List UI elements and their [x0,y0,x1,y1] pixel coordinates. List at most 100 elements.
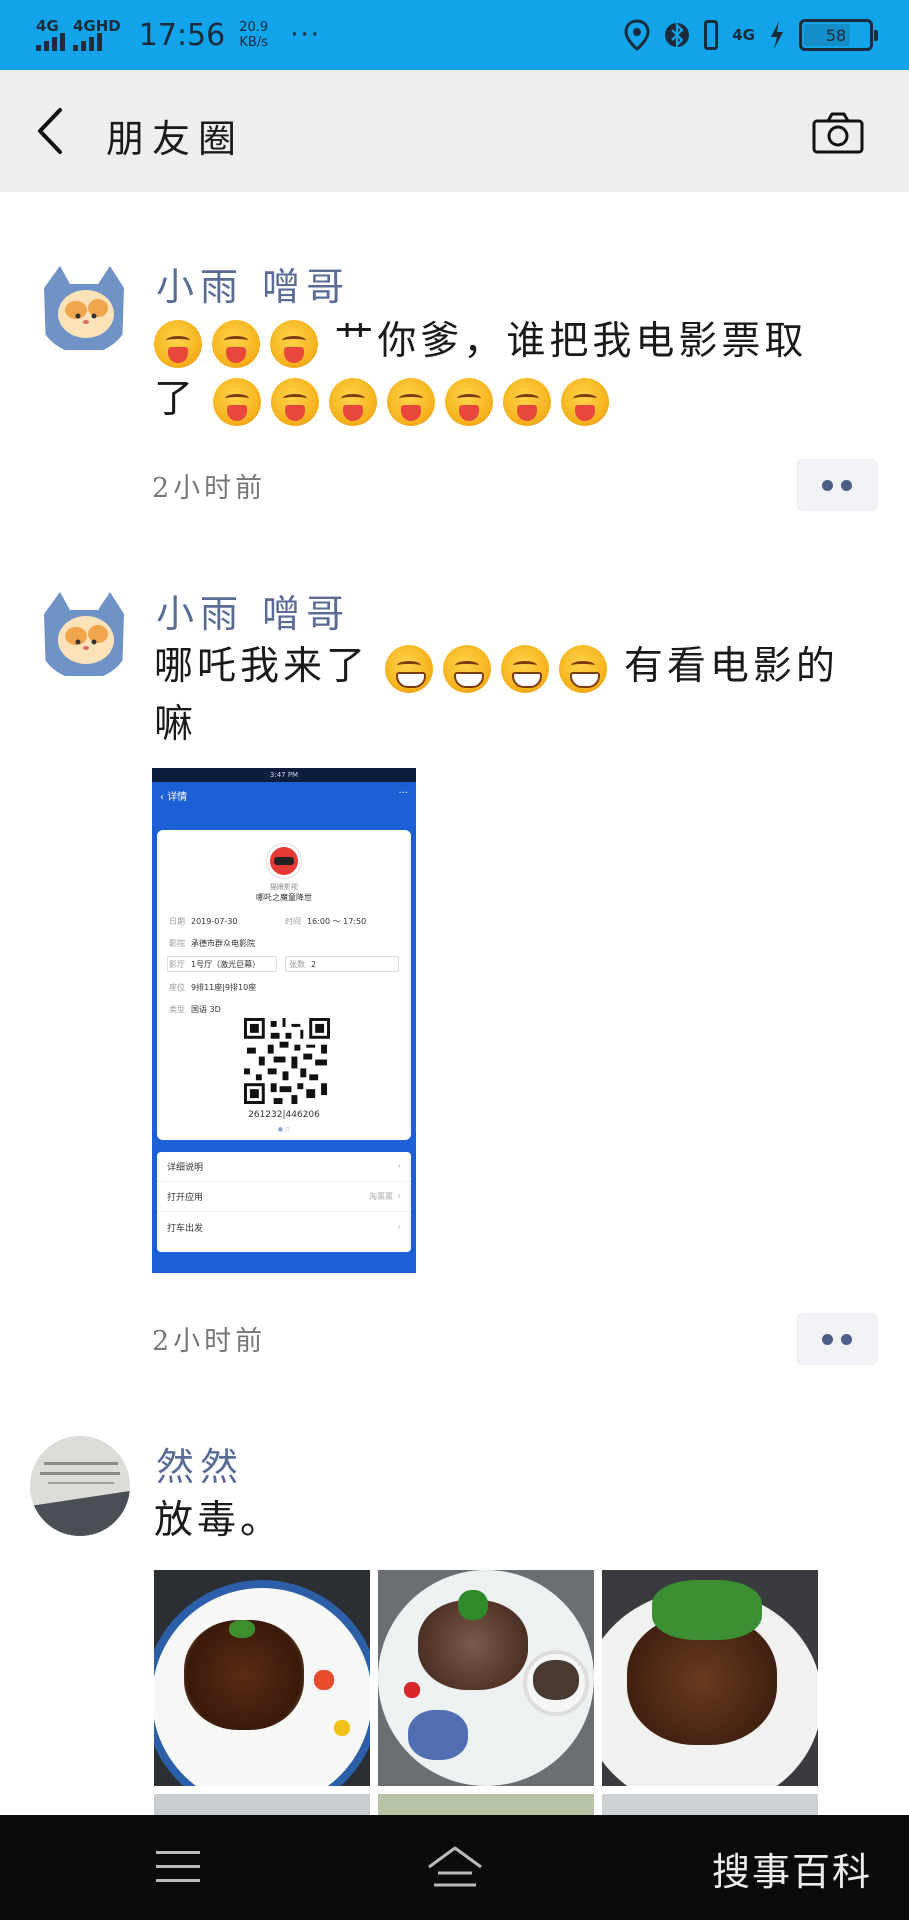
food-photo-4[interactable] [154,1794,370,1815]
emoji-group [213,378,610,426]
avatar[interactable] [30,1436,130,1536]
ticket-time-value: 16:00 ～ 17:50 [307,917,367,926]
emoji-group [385,645,608,693]
network-type: 4G [732,26,755,44]
bluetooth-icon [665,22,690,48]
post-actions-button[interactable] [796,1313,878,1365]
menu-icon[interactable] [156,1849,200,1885]
ticket-code: 261232|446206 [248,1110,320,1120]
grin-emoji-icon [443,645,492,693]
tongue-emoji-icon [270,320,318,368]
ticket-date-key: 日期 [169,917,185,926]
book-avatar-icon [30,1436,130,1536]
clock: 17:56 [138,17,226,53]
post-author[interactable]: 然然 [156,1436,244,1491]
ticket-card: 猫眼影视 哪吒之魔童降世 日期 2019-07-30 时间 16:00 ～ 17:5… [157,830,411,1140]
ticket-date: 日期 2019-07-30 [169,916,238,927]
network-speed: 20.9 KB/s [239,20,268,50]
cat-avatar-icon [36,584,132,680]
post-text-line2: 嘛 [154,702,198,747]
signal-1-bars-icon [36,33,65,51]
signal-1-label: 4G [36,17,59,35]
ticket-action-details[interactable]: 详细说明 › [157,1152,411,1182]
status-bar: 4G 4GHD 17:56 20.9 KB/s ··· 4G 58 [0,0,909,70]
system-nav-bar: 搜事百科 [0,1815,909,1920]
watermark-logo: 搜事百科 [712,1850,873,1894]
qr-code-icon [244,1018,330,1104]
page-title: 朋友圈 [106,117,245,161]
post-timestamp: 2小时前 [152,1326,267,1357]
ticket-date-value: 2019-07-30 [191,917,238,926]
speed-value: 20.9 [239,20,269,35]
dot-icon [822,1333,833,1345]
ticket-type-value: 国语 3D [191,1005,221,1014]
ticket-cinema: 影院 承德市群众电影院 [169,938,255,949]
avatar[interactable] [36,258,132,354]
ticket-seat-key: 座位 [169,983,185,992]
chevron-right-icon: › [397,1221,401,1233]
post-text: 艹你爹，谁把我电影票取 了 [154,313,874,429]
ticket-count: 张数 2 [289,959,316,970]
dot-icon [841,479,852,491]
ticket-cinema-key: 影院 [169,939,185,948]
more-notifications-icon: ··· [290,20,321,50]
post-text-part2: 有看电影的 [623,644,839,689]
post-text-part1: 哪吒我来了 [154,644,370,689]
tongue-emoji-icon [154,320,202,368]
food-photo-5[interactable] [378,1794,594,1815]
avatar[interactable] [36,584,132,680]
grin-emoji-icon [559,645,608,693]
chevron-right-icon: › [397,1161,401,1172]
ticket-action-taxi[interactable]: 打车出发 › [157,1212,411,1242]
charging-icon [771,21,783,49]
tongue-emoji-icon [561,378,610,426]
ticket-type: 类型 国语 3D [169,1004,221,1015]
ticket-seat-value: 9排11座|9排10座 [191,983,257,992]
post-author[interactable]: 小雨 噌哥 [156,256,350,311]
ticket-film: 哪吒之魔童降世 [256,893,312,902]
post-text-line1: 艹你爹，谁把我电影票取 [334,319,808,364]
signal-2-label: 4GHD [73,17,121,35]
ticket-time: 时间 16:00 ～ 17:50 [285,916,366,927]
ticket-count-value: 2 [311,960,317,969]
tongue-emoji-icon [213,378,262,426]
ticket-screenshot[interactable]: 3:47 PM ‹ 详情 ··· 猫眼影视 哪吒之魔童降世 日期 2019-07-… [152,768,416,1273]
home-icon[interactable] [426,1845,484,1889]
emoji-group [154,320,318,368]
post-text: 放毒。 [154,1498,284,1543]
signal-2-bars-icon [73,33,102,51]
ticket-action-open-app[interactable]: 打开应用 淘票票 › [157,1182,411,1212]
food-photo-6[interactable] [602,1794,818,1815]
ticket-action-label: 打车出发 [167,1223,204,1234]
ticket-status-time: 3:47 PM [152,768,416,782]
signal-2: 4GHD [73,19,121,51]
back-icon[interactable] [30,106,70,156]
ticket-subtitle: 猫眼影视 [270,883,298,891]
ticket-action-list: 详细说明 › 打开应用 淘票票 › 打车出发 › [157,1152,411,1252]
app-header: 朋友圈 [0,70,909,192]
ticket-action-label: 详细说明 [167,1163,204,1173]
ticket-action-hint: 淘票票 [369,1192,393,1201]
ticket-count-key: 张数 [289,960,305,969]
dot-icon [841,1333,852,1345]
food-photo-3[interactable] [602,1570,818,1786]
tongue-emoji-icon [503,378,552,426]
tongue-emoji-icon [329,378,378,426]
post-text-line2: 了 [154,377,198,422]
ticket-hall-key: 影厅 [169,960,185,969]
camera-icon[interactable] [812,112,864,154]
ticket-seat: 座位 9排11座|9排10座 [169,982,256,993]
grin-emoji-icon [501,645,550,693]
post-actions-button[interactable] [796,459,878,511]
tongue-emoji-icon [271,378,320,426]
dot-icon [822,479,833,491]
ticket-time-key: 时间 [285,917,301,926]
food-photo-2[interactable] [378,1570,594,1786]
ticket-nav: ‹ 详情 ··· [160,788,408,806]
ticket-action-hint-wrap: 淘票票 › [369,1191,401,1202]
chevron-right-icon: › [397,1191,401,1202]
post-author[interactable]: 小雨 噌哥 [156,583,350,638]
signal-1: 4G [36,19,65,51]
page-dots-icon: ● ○ [277,1126,291,1133]
food-photo-1[interactable] [154,1570,370,1786]
